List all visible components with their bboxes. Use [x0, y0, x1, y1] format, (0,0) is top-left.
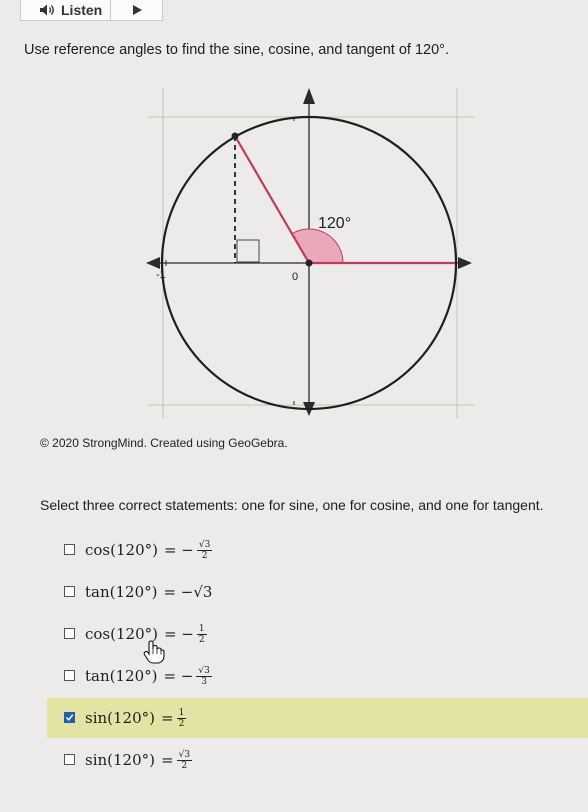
- option-1[interactable]: cos(120°) = − √3 2: [47, 530, 588, 570]
- option-expression: cos(120°) = − √3 2: [85, 539, 213, 561]
- option-equals: = −: [163, 667, 194, 685]
- checkbox-checked[interactable]: [64, 712, 75, 723]
- option-2[interactable]: tan(120°) = −√3: [47, 572, 588, 612]
- fraction-numerator: 1: [196, 623, 207, 635]
- fraction-denominator: 2: [198, 634, 205, 645]
- option-equals: = −: [163, 541, 194, 559]
- checkbox[interactable]: [64, 586, 75, 597]
- option-equals: =: [161, 751, 174, 769]
- fraction-denominator: 2: [201, 550, 208, 561]
- option-6[interactable]: sin(120°) = √3 2: [47, 740, 588, 780]
- option-function: sin(120°): [85, 751, 155, 769]
- y-axis-arrow-up: [303, 88, 315, 104]
- figure-credit: © 2020 StrongMind. Created using GeoGebr…: [40, 436, 288, 450]
- option-fraction: √3 2: [196, 539, 213, 561]
- option-expression: sin(120°) = 1 2: [85, 707, 187, 729]
- option-4[interactable]: tan(120°) = − √3 3: [47, 656, 588, 696]
- option-function: cos(120°): [85, 541, 158, 559]
- fraction-denominator: 2: [181, 760, 188, 771]
- fraction-numerator: √3: [196, 539, 213, 551]
- option-function: sin(120°): [85, 709, 155, 727]
- hand-cursor-icon: [143, 640, 165, 664]
- fraction-numerator: 1: [176, 707, 187, 719]
- option-equals: =: [161, 709, 174, 727]
- option-fraction: 1 2: [196, 623, 207, 645]
- origin-point: [305, 259, 313, 267]
- angle-label: 120°: [318, 215, 351, 232]
- option-fraction: 1 2: [176, 707, 187, 729]
- terminal-point: [231, 132, 239, 140]
- x-axis-arrow-right: [458, 257, 472, 269]
- checkbox[interactable]: [64, 754, 75, 765]
- option-expression: tan(120°) = −√3: [85, 582, 212, 602]
- option-expression: tan(120°) = − √3 3: [85, 665, 212, 687]
- option-equals: = −√3: [163, 583, 213, 601]
- option-fraction: √3 3: [196, 665, 212, 687]
- neg-one-label: -1: [156, 269, 166, 281]
- checkbox[interactable]: [64, 628, 75, 639]
- fraction-denominator: 3: [201, 676, 207, 687]
- option-fraction: √3 2: [176, 749, 193, 771]
- right-angle-marker: [236, 239, 260, 263]
- x-axis-arrow-left: [146, 257, 160, 269]
- option-equals: = −: [163, 625, 194, 643]
- option-expression: sin(120°) = √3 2: [85, 749, 193, 771]
- checkbox[interactable]: [64, 544, 75, 555]
- fraction-numerator: √3: [196, 665, 212, 677]
- fraction-denominator: 2: [178, 718, 185, 729]
- option-3[interactable]: cos(120°) = − 1 2: [47, 614, 588, 654]
- instruction-text: Select three correct statements: one for…: [40, 497, 544, 513]
- option-5[interactable]: sin(120°) = 1 2: [47, 698, 588, 738]
- option-function: tan(120°): [85, 667, 158, 685]
- checkbox[interactable]: [64, 670, 75, 681]
- unit-circle-figure: 120° 0 -1: [146, 88, 475, 418]
- option-function: tan(120°): [85, 583, 158, 601]
- origin-label: 0: [292, 271, 298, 283]
- terminal-side: [234, 135, 310, 264]
- fraction-numerator: √3: [176, 749, 193, 761]
- checkmark-icon: [65, 714, 74, 722]
